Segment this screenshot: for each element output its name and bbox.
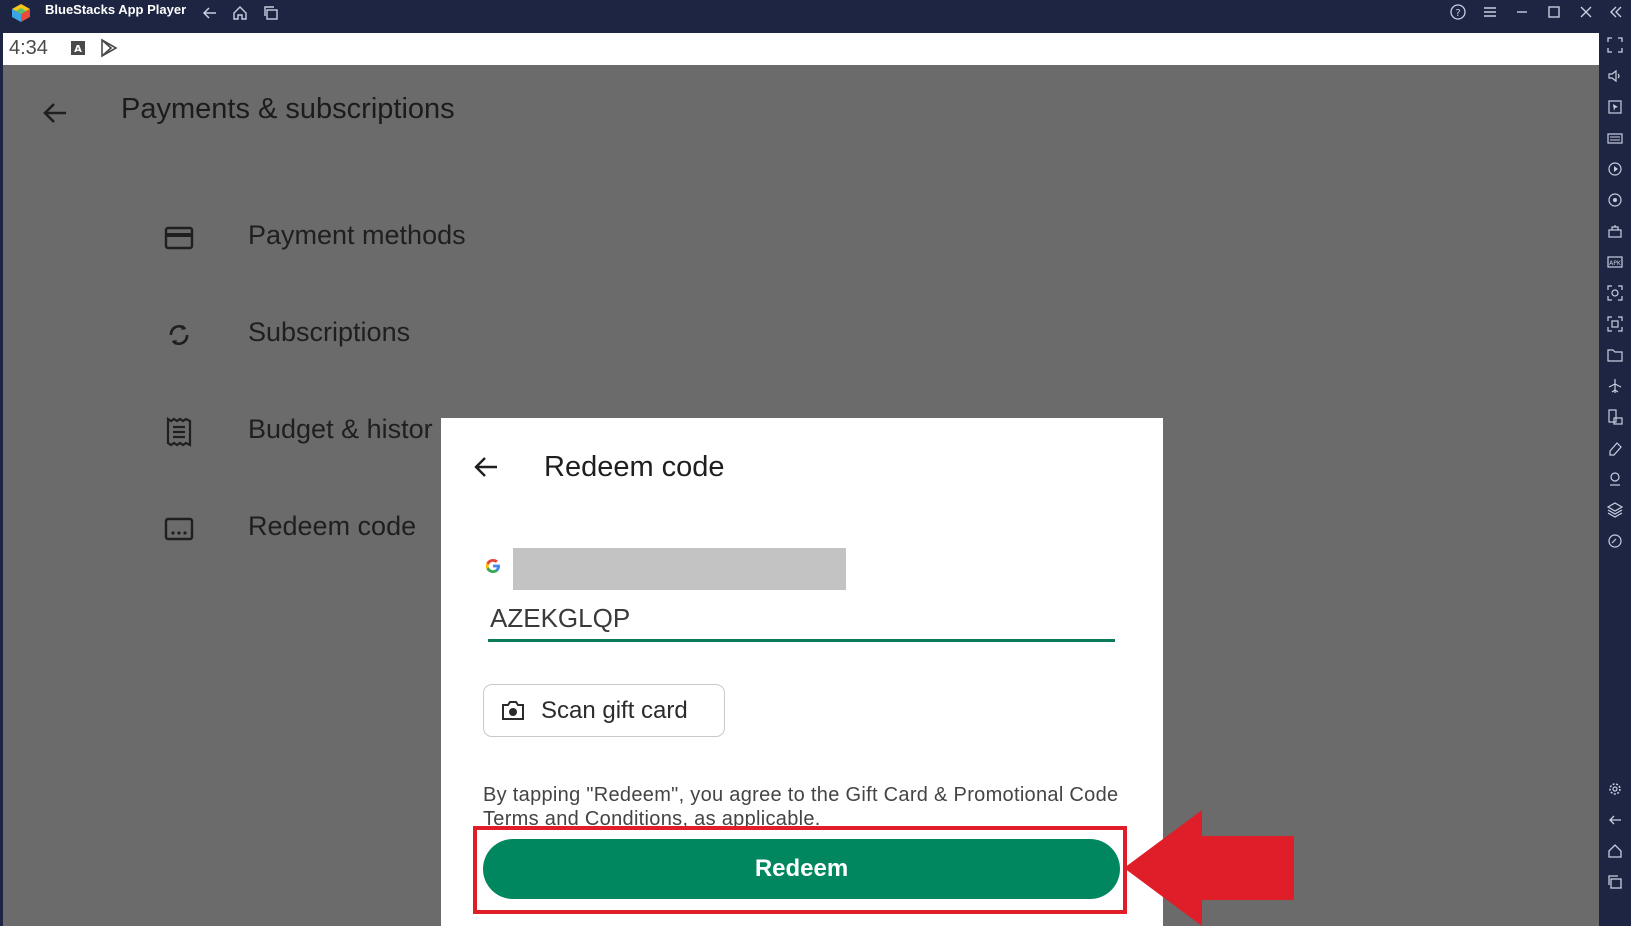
receipt-icon [166, 416, 192, 447]
location-icon[interactable] [1606, 470, 1624, 488]
google-g-icon [485, 559, 500, 573]
back-arrow-icon[interactable] [39, 97, 71, 129]
media-folder-icon[interactable] [1606, 346, 1624, 364]
android-status-bar: 4:34 A [3, 33, 1599, 65]
svg-text:?: ? [1455, 8, 1460, 19]
airplane-mode-icon[interactable] [1606, 377, 1624, 395]
pointer-icon[interactable] [1606, 98, 1624, 116]
play-store-notification-icon [101, 38, 118, 58]
window-title-bar: BlueStacks App Player ? [0, 0, 1631, 26]
terms-prefix: By tapping "Redeem", you agree to the Gi… [483, 784, 1119, 806]
svg-text:APK: APK [1609, 260, 1622, 267]
multi-instance-icon[interactable] [1606, 222, 1624, 240]
fullscreen-icon[interactable] [1606, 36, 1624, 54]
screen-record-icon[interactable] [1606, 315, 1624, 333]
status-time: 4:34 [9, 37, 48, 59]
volume-icon[interactable] [1606, 67, 1624, 85]
android-recents-icon[interactable] [1606, 873, 1624, 891]
android-home-icon[interactable] [1606, 842, 1624, 860]
close-icon[interactable] [1576, 3, 1596, 23]
recent-apps-icon[interactable] [262, 4, 280, 22]
scan-gift-card-button[interactable]: Scan gift card [483, 684, 725, 737]
menu-item-label: Budget & histor [248, 414, 433, 444]
code-input[interactable] [488, 598, 1115, 642]
macro-record-icon[interactable] [1606, 160, 1624, 178]
scan-gift-card-label: Scan gift card [541, 697, 688, 724]
apk-install-icon[interactable]: APK [1606, 253, 1624, 271]
bluestacks-logo-icon [12, 4, 30, 22]
help-icon[interactable]: ? [1448, 3, 1468, 23]
erase-icon[interactable] [1606, 439, 1624, 457]
terms-text: By tapping "Redeem", you agree to the Gi… [483, 783, 1123, 831]
camera-icon [502, 701, 524, 720]
menu-item-label: Payment methods [248, 220, 466, 250]
menu-item-label: Redeem code [248, 511, 417, 541]
dialog-title: Redeem code [544, 451, 725, 483]
eco-mode-icon[interactable] [1606, 532, 1624, 550]
menu-item-label: Subscriptions [248, 317, 411, 347]
redeem-code-icon [164, 517, 194, 541]
redeem-code-dialog: Redeem code Scan gift card By tapping "R… [441, 418, 1163, 926]
dialog-back-arrow-icon[interactable] [471, 452, 501, 482]
android-screen: Payments & subscriptions Payment methods… [3, 65, 1599, 926]
app-title: BlueStacks App Player [45, 2, 187, 17]
keyboard-notification-icon: A [71, 41, 85, 55]
rotate-icon[interactable] [1606, 408, 1624, 426]
menu-icon[interactable] [1480, 3, 1500, 23]
keyboard-icon[interactable] [1606, 129, 1624, 147]
screenshot-icon[interactable] [1606, 284, 1624, 302]
svg-text:A: A [74, 44, 82, 55]
minimize-icon[interactable] [1512, 3, 1532, 23]
right-toolbar: APK [1599, 26, 1631, 926]
page-title: Payments & subscriptions [121, 93, 455, 125]
sync-icon [169, 324, 189, 346]
credit-card-icon [164, 226, 194, 250]
home-nav-icon[interactable] [231, 4, 249, 22]
android-back-icon[interactable] [1606, 811, 1624, 829]
settings-gear-icon[interactable] [1606, 780, 1624, 798]
collapse-sidebar-icon[interactable] [1606, 3, 1626, 23]
back-nav-icon[interactable] [201, 4, 219, 22]
redacted-account-email [513, 548, 846, 590]
redeem-button[interactable]: Redeem [483, 839, 1120, 899]
maximize-icon[interactable] [1544, 3, 1564, 23]
sync-icon-toolbar[interactable] [1606, 191, 1624, 209]
annotation-arrow-icon [1124, 810, 1294, 926]
layers-icon[interactable] [1606, 501, 1624, 519]
